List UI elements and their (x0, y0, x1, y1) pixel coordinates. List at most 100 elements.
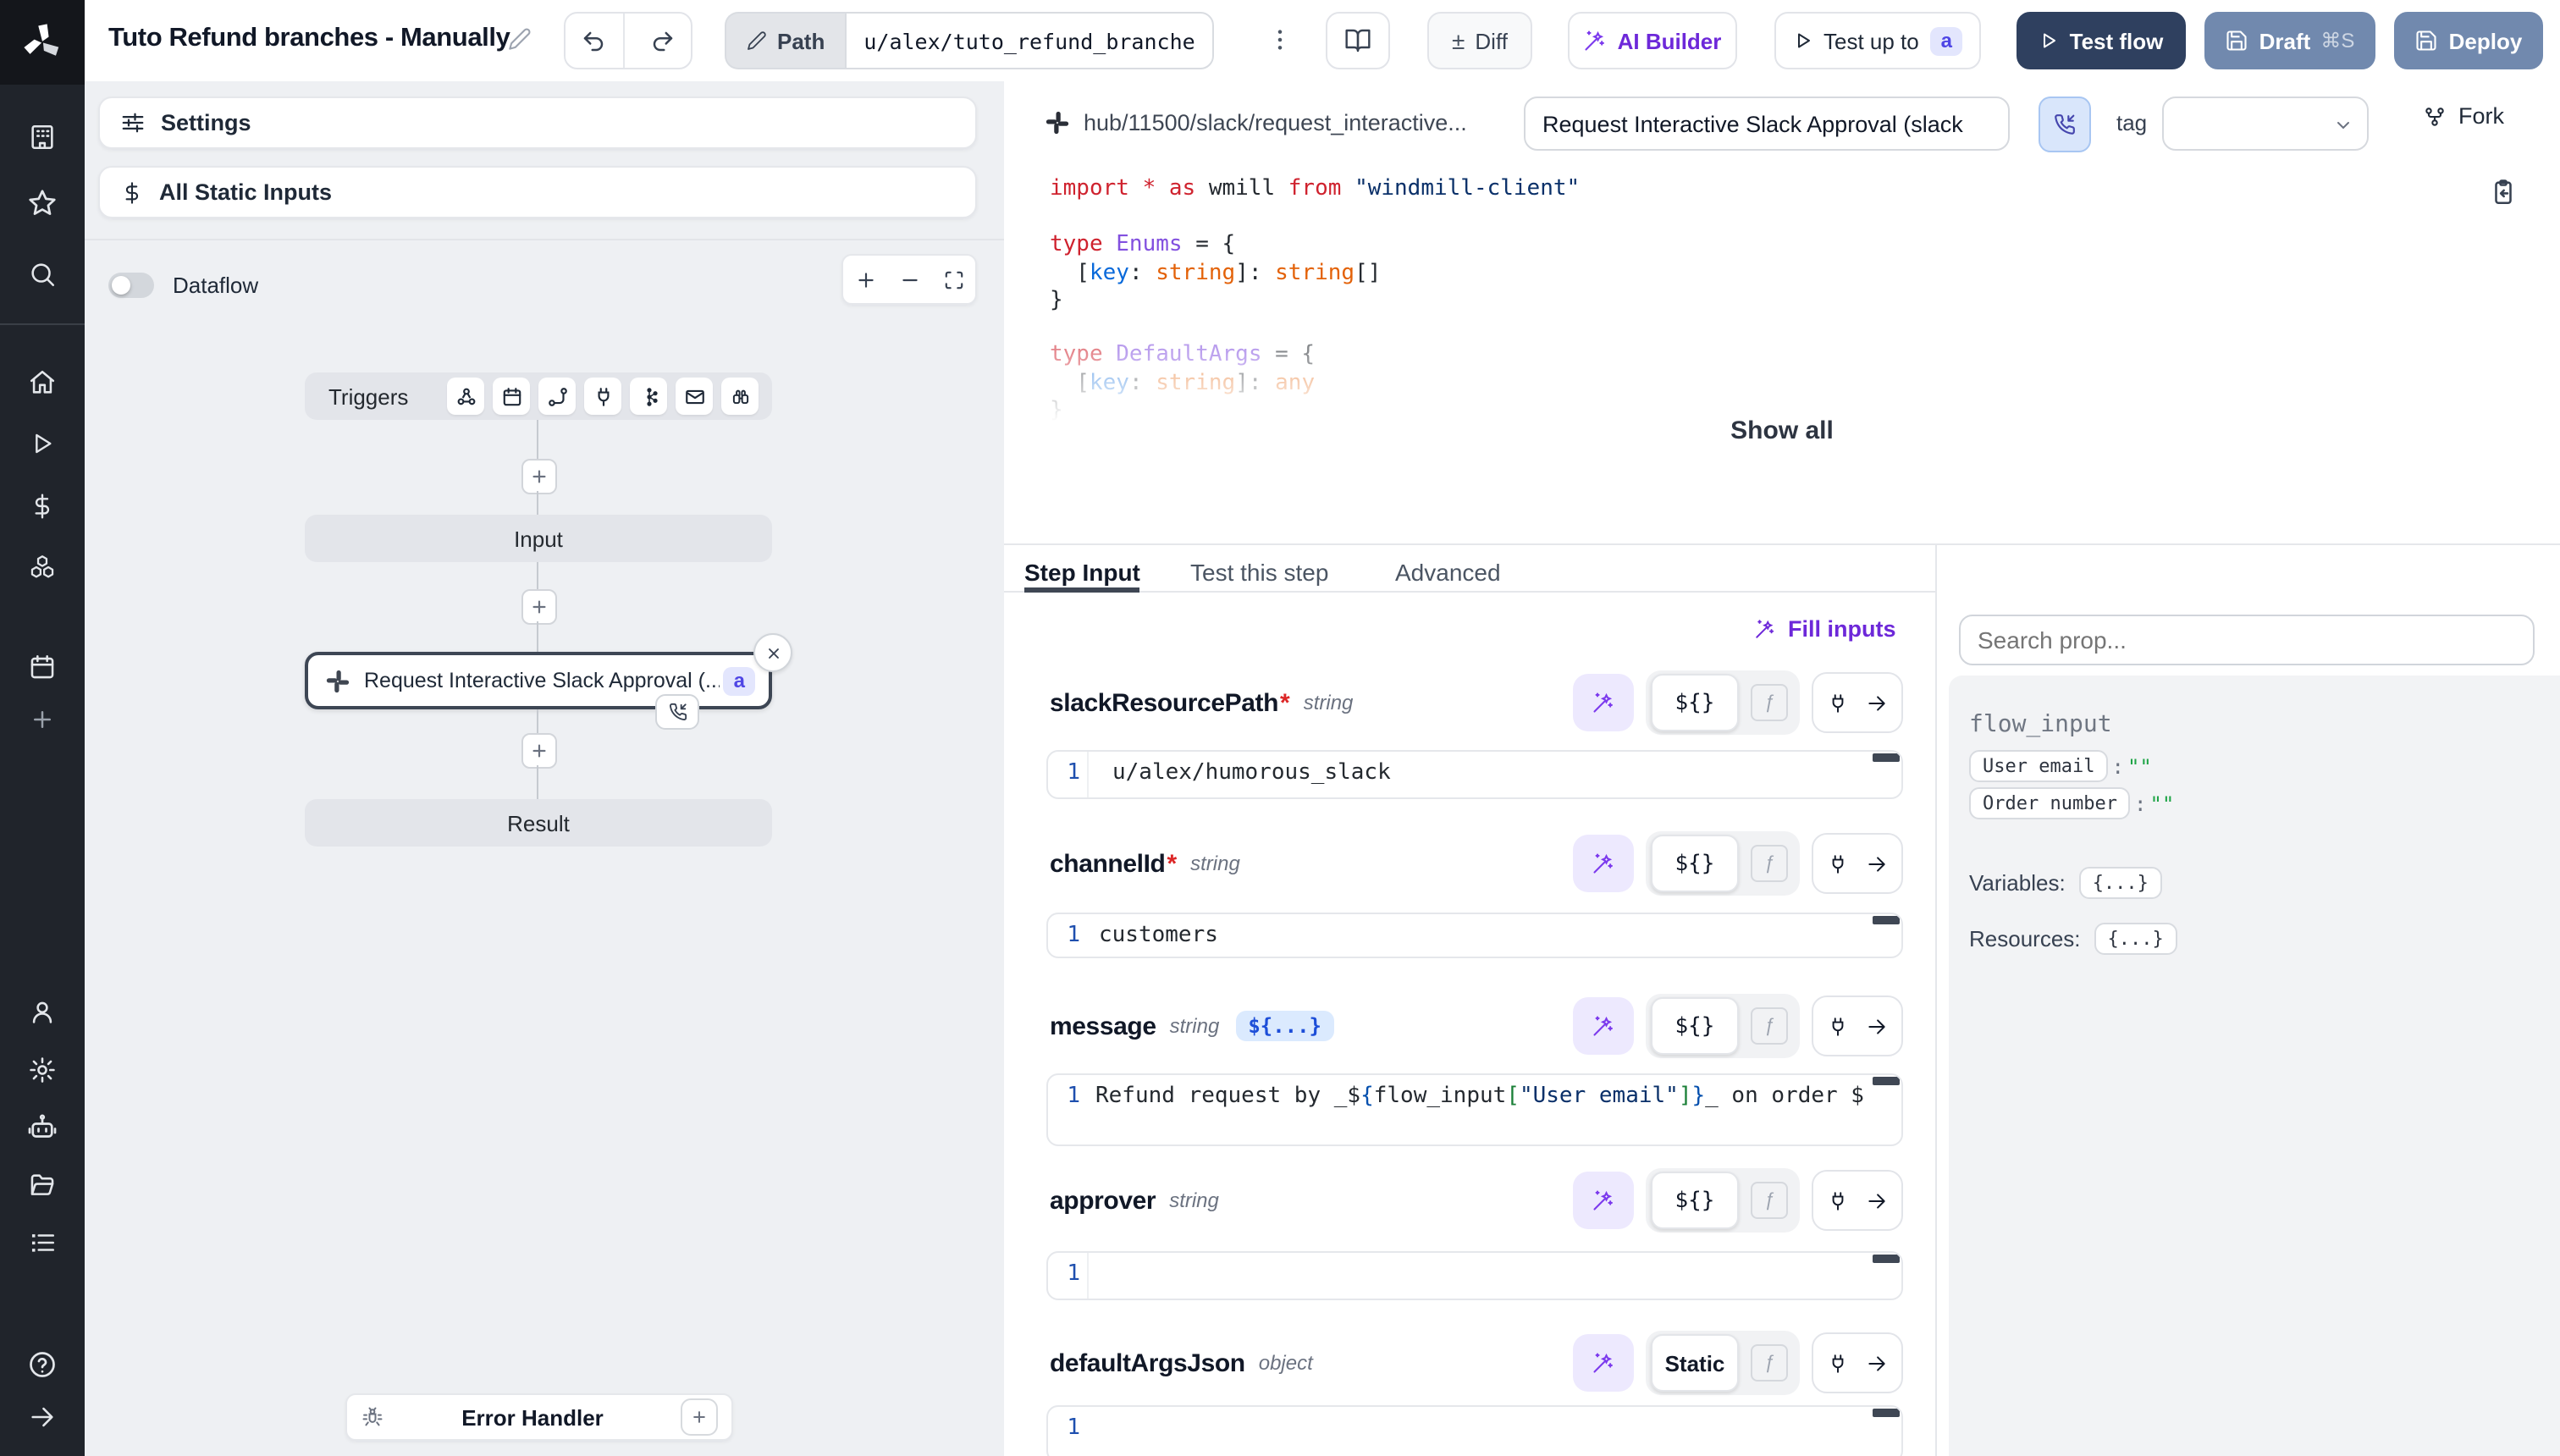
plug-icon[interactable] (1827, 692, 1849, 714)
plug-icon[interactable] (1827, 852, 1849, 874)
path-input[interactable] (845, 12, 1214, 69)
plug-icon[interactable] (1827, 1352, 1849, 1374)
zoom-out-icon[interactable] (898, 268, 920, 290)
insert-step-before-button[interactable] (521, 459, 557, 494)
template-mode-button[interactable]: ${} (1651, 997, 1739, 1055)
edit-title-pencil-icon[interactable] (508, 27, 532, 51)
path-label-button[interactable]: Path (725, 12, 845, 69)
static-mode-button[interactable]: Static (1651, 1334, 1739, 1392)
schedule-trigger-icon[interactable] (493, 378, 530, 415)
zoom-in-icon[interactable] (854, 268, 876, 290)
step-node-selected[interactable]: Request Interactive Slack Approval (... … (305, 652, 772, 709)
suspend-approval-badge[interactable] (655, 694, 699, 730)
dataflow-toggle[interactable] (108, 273, 154, 298)
insert-step-button[interactable] (521, 589, 557, 625)
logs-list-icon[interactable] (28, 1228, 57, 1257)
ai-fill-wand-button[interactable] (1573, 997, 1634, 1055)
draft-button[interactable]: Draft ⌘S (2204, 12, 2375, 69)
javascript-mode-button[interactable]: ƒ (1751, 1344, 1788, 1382)
tab-advanced[interactable]: Advanced (1395, 559, 1501, 586)
favorites-star-icon[interactable] (27, 188, 58, 218)
input-node[interactable]: Input (305, 515, 772, 562)
redo-button[interactable] (634, 14, 691, 68)
result-node[interactable]: Result (305, 799, 772, 847)
javascript-mode-button[interactable]: ƒ (1751, 1182, 1788, 1219)
fork-button[interactable]: Fork (2423, 103, 2504, 129)
plug-icon[interactable] (1827, 1189, 1849, 1211)
fill-inputs-button[interactable]: Fill inputs (1754, 616, 1896, 642)
ai-fill-wand-button[interactable] (1573, 835, 1634, 892)
test-up-to-button[interactable]: Test up to a (1774, 12, 1981, 69)
arrow-right-icon[interactable] (1866, 852, 1888, 874)
insert-step-after-button[interactable] (521, 733, 557, 769)
javascript-mode-button[interactable]: ƒ (1751, 1007, 1788, 1045)
editor-approver[interactable]: 1 (1046, 1251, 1903, 1300)
tab-test-this-step[interactable]: Test this step (1190, 559, 1328, 586)
test-flow-button[interactable]: Test flow (2017, 12, 2186, 69)
folders-icon[interactable] (28, 1171, 57, 1200)
ai-builder-button[interactable]: AI Builder (1568, 12, 1737, 69)
prop-row-order-number[interactable]: Order number : "" (1969, 787, 2174, 819)
webhook-trigger-icon[interactable] (447, 378, 484, 415)
hub-script-path[interactable]: hub/11500/slack/request_interactive... (1084, 110, 1467, 135)
editor-slackResourcePath[interactable]: 1u/alex/humorous_slack (1046, 750, 1903, 799)
schedules-calendar-icon[interactable] (28, 653, 57, 681)
variables-dollar-icon[interactable] (29, 493, 56, 520)
tag-select[interactable] (2162, 97, 2369, 151)
suspend-approval-toggle-button[interactable] (2039, 97, 2091, 152)
flow-settings-button[interactable]: Settings (98, 97, 977, 149)
arrow-right-icon[interactable] (1866, 1352, 1888, 1374)
resources-cubes-icon[interactable] (28, 553, 57, 582)
tab-step-input[interactable]: Step Input (1024, 559, 1140, 586)
variables-row[interactable]: Variables: {...} (1969, 867, 2162, 899)
arrow-right-icon[interactable] (1866, 1189, 1888, 1211)
error-handler-node[interactable]: Error Handler (345, 1393, 733, 1441)
ai-fill-wand-button[interactable] (1573, 674, 1634, 731)
add-plus-icon[interactable] (30, 707, 55, 732)
template-mode-button[interactable]: ${} (1651, 835, 1739, 892)
help-icon[interactable] (27, 1349, 58, 1380)
fit-view-icon[interactable] (942, 268, 964, 290)
collapse-arrow-icon[interactable] (28, 1403, 57, 1431)
windmill-logo[interactable] (0, 0, 85, 85)
workspace-icon[interactable] (28, 123, 57, 152)
plug-icon[interactable] (1827, 1015, 1849, 1037)
search-icon[interactable] (28, 260, 57, 289)
websocket-trigger-icon[interactable] (584, 378, 621, 415)
prop-row-user-email[interactable]: User email : "" (1969, 750, 2152, 782)
show-all-button[interactable]: Show all (1004, 416, 2560, 447)
step-name-input[interactable] (1524, 97, 2010, 151)
editor-channelId[interactable]: 1customers (1046, 913, 1903, 958)
triggers-node[interactable]: Triggers (305, 372, 772, 420)
javascript-mode-button[interactable]: ƒ (1751, 845, 1788, 882)
code-editor[interactable]: import * as wmill from "windmill-client"… (1050, 176, 1580, 316)
users-icon[interactable] (28, 998, 57, 1027)
workers-robot-icon[interactable] (27, 1112, 58, 1143)
diff-button[interactable]: ± Diff (1427, 12, 1532, 69)
poll-trigger-icon[interactable] (721, 378, 759, 415)
kafka-trigger-icon[interactable] (630, 378, 667, 415)
resources-row[interactable]: Resources: {...} (1969, 923, 2177, 955)
copy-code-clipboard-icon[interactable] (2489, 178, 2518, 207)
ai-fill-wand-button[interactable] (1573, 1172, 1634, 1229)
editor-defaultArgsJson[interactable]: 1 (1046, 1405, 1903, 1456)
more-options-kebab-icon[interactable] (1266, 24, 1294, 56)
deploy-button[interactable]: Deploy (2394, 12, 2543, 69)
search-prop-input[interactable] (1959, 615, 2535, 665)
home-icon[interactable] (28, 368, 57, 397)
arrow-right-icon[interactable] (1866, 1015, 1888, 1037)
javascript-mode-button[interactable]: ƒ (1751, 684, 1788, 721)
editor-message[interactable]: 1Refund request by _${flow_input["User e… (1046, 1073, 1903, 1146)
arrow-right-icon[interactable] (1866, 692, 1888, 714)
ai-fill-wand-button[interactable] (1573, 1334, 1634, 1392)
template-mode-button[interactable]: ${} (1651, 1172, 1739, 1229)
remove-step-button[interactable] (753, 633, 792, 672)
all-static-inputs-button[interactable]: All Static Inputs (98, 166, 977, 218)
http-route-trigger-icon[interactable] (538, 378, 576, 415)
settings-gear-icon[interactable] (28, 1056, 57, 1084)
flow-input-label[interactable]: flow_input (1969, 711, 2112, 738)
email-trigger-icon[interactable] (676, 378, 713, 415)
docs-book-button[interactable] (1326, 12, 1390, 69)
add-error-handler-button[interactable] (681, 1398, 718, 1436)
undo-button[interactable] (566, 14, 624, 68)
